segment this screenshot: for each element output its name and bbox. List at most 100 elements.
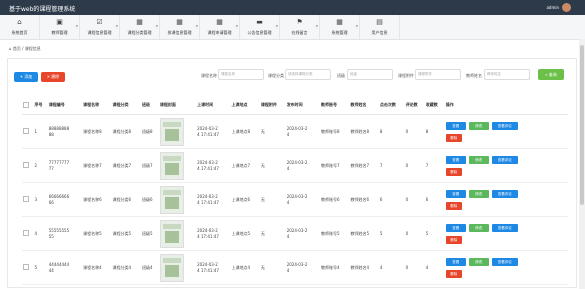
course-cover-image[interactable] — [159, 151, 184, 180]
cell-comments: 0 — [404, 250, 425, 285]
view-comments-button[interactable]: 查看评论 — [491, 121, 518, 130]
chevron-down-icon: ▼ — [355, 24, 358, 28]
add-button-label: 添加 — [24, 74, 33, 79]
cell-cls-text: 班级5 — [141, 230, 153, 236]
chevron-down-icon: ▼ — [275, 24, 278, 28]
cell-no-text: 5 — [34, 265, 37, 270]
grid-icon: ▦ — [136, 18, 143, 26]
row-checkbox[interactable] — [23, 196, 29, 202]
cell-pub: 2024-03-24 — [285, 114, 321, 149]
cell-tname: 教师姓名5 — [349, 216, 379, 251]
briefcase-icon: ▣ — [56, 18, 63, 26]
course-cover-image[interactable] — [159, 253, 184, 282]
cell-no-text: 4 — [34, 231, 37, 236]
edit-button[interactable]: 修改 — [468, 257, 489, 266]
course-cover-image[interactable] — [159, 185, 184, 214]
actions-cell: 查看 修改 查看评论删除 — [444, 216, 568, 251]
course-category-select[interactable]: 请选择课程分类 — [285, 69, 331, 80]
nav-item-0[interactable]: ⌂ 系统首页 — [0, 15, 40, 39]
breadcrumb: ⌂ 首页 / 课程信息 — [9, 46, 41, 52]
cell-favs-text: 7 — [425, 163, 429, 168]
column-header: 操作 — [444, 96, 568, 115]
edit-button[interactable]: 修改 — [468, 223, 489, 232]
filter-label-name: 课程名称 — [201, 73, 217, 78]
row-checkbox[interactable] — [23, 128, 29, 134]
apps-icon: ▦ — [216, 18, 223, 26]
row-delete-button[interactable]: 删除 — [445, 269, 462, 278]
attachment-input[interactable]: 课程附件 — [415, 69, 461, 80]
view-comments-button[interactable]: 查看评论 — [491, 223, 518, 232]
nav-item-label: 课程分类管理 — [127, 30, 152, 35]
cell-time-text: 2024-03-24 17:41:47 — [197, 125, 219, 137]
class-input[interactable]: 班级 — [347, 69, 393, 80]
select-all-checkbox[interactable] — [23, 101, 29, 108]
view-comments-button[interactable]: 查看评论 — [491, 155, 518, 164]
nav-item-4[interactable]: ▦ 排课信息管理 ▼ — [160, 15, 200, 39]
cell-time: 2024-03-24 17:41:47 — [196, 182, 231, 217]
nav-item-5[interactable]: ▦ 课程申请管理 ▼ — [200, 15, 240, 39]
nav-item-2[interactable]: ☑ 课程信息管理 ▼ — [80, 15, 120, 39]
chevron-down-icon: ▼ — [155, 24, 158, 28]
course-cover-image[interactable] — [159, 219, 184, 248]
grid-icon: ▦ — [176, 18, 183, 26]
row-checkbox-cell — [22, 216, 34, 251]
row-delete-button[interactable]: 删除 — [445, 235, 462, 244]
cell-category-text: 课程分类7 — [112, 162, 132, 168]
nav-item-3[interactable]: ▦ 课程分类管理 ▼ — [120, 15, 160, 39]
row-delete-button[interactable]: 删除 — [445, 201, 462, 210]
nav-item-1[interactable]: ▣ 教师管理 ▼ — [40, 15, 80, 39]
cell-no-text: 3 — [34, 197, 37, 202]
scrollbar-thumb[interactable] — [580, 45, 584, 205]
teacher-name-input[interactable]: 教师姓名 — [484, 69, 530, 80]
nav-item-6[interactable]: ▬ 公告信息管理 ▼ — [240, 15, 280, 39]
nav-item-label: 课程信息管理 — [87, 30, 112, 35]
column-header: 点击次数 — [378, 96, 405, 115]
nav-item-7[interactable]: ⚑ 在线留言 ▼ — [280, 15, 320, 39]
cell-cls: 班级8 — [140, 114, 159, 149]
row-checkbox[interactable] — [23, 264, 29, 270]
nav-item-8[interactable]: ▦ 系统管理 ▼ — [320, 15, 360, 39]
search-button[interactable]: ⌕ 查询 — [538, 69, 564, 80]
view-button[interactable]: 查看 — [445, 189, 466, 198]
table-row: 5 4444444444 课程名称4 课程分类4 班级4 2024-03-24 17:41… — [22, 250, 568, 285]
edit-button[interactable]: 修改 — [468, 121, 489, 130]
row-checkbox[interactable] — [23, 162, 29, 168]
view-button[interactable]: 查看 — [445, 223, 466, 232]
user-name[interactable]: admin — [546, 5, 559, 10]
edit-button[interactable]: 修改 — [468, 155, 489, 164]
view-comments-button[interactable]: 查看评论 — [491, 257, 518, 266]
cell-tname: 教师姓名4 — [349, 250, 379, 285]
row-delete-button[interactable]: 删除 — [445, 167, 462, 176]
cover-cell — [158, 250, 197, 285]
row-checkbox-cell — [22, 250, 34, 285]
filter-label-attachment: 课程附件 — [398, 73, 414, 78]
cell-place: 上课地点8 — [230, 114, 260, 149]
filter-label-teacher: 教师姓名 — [466, 73, 482, 78]
cell-cls: 班级5 — [140, 216, 159, 251]
row-delete-button[interactable]: 删除 — [445, 133, 462, 142]
breadcrumb-home[interactable]: 首页 — [13, 46, 21, 51]
view-button[interactable]: 查看 — [445, 121, 466, 130]
course-cover-image[interactable] — [159, 117, 184, 146]
cell-code: 5555555555 — [47, 216, 83, 251]
scrollbar[interactable] — [579, 39, 585, 289]
message-icon: ▬ — [256, 18, 263, 26]
course-name-input[interactable]: 课程名称 — [218, 69, 264, 80]
view-button[interactable]: 查看 — [445, 257, 466, 266]
chevron-down-icon: ▼ — [75, 24, 78, 28]
row-checkbox-cell — [22, 114, 34, 149]
cell-place: 上课地点4 — [230, 250, 260, 285]
breadcrumb-current: 课程信息 — [24, 46, 41, 51]
cell-category-text: 课程分类4 — [112, 264, 132, 270]
delete-button[interactable]: ✕ 删除 — [41, 72, 65, 82]
row-checkbox[interactable] — [23, 230, 29, 236]
view-comments-button[interactable]: 查看评论 — [491, 189, 518, 198]
nav-item-9[interactable]: ▤ 用户信息 — [360, 15, 400, 39]
edit-button[interactable]: 修改 — [468, 189, 489, 198]
avatar[interactable] — [562, 3, 571, 12]
cell-attach-text: 无 — [260, 230, 265, 236]
cell-pub: 2024-03-24 — [285, 148, 321, 183]
cell-place-text: 上课地点8 — [231, 128, 251, 134]
view-button[interactable]: 查看 — [445, 155, 466, 164]
add-button[interactable]: + 添加 — [14, 72, 38, 82]
